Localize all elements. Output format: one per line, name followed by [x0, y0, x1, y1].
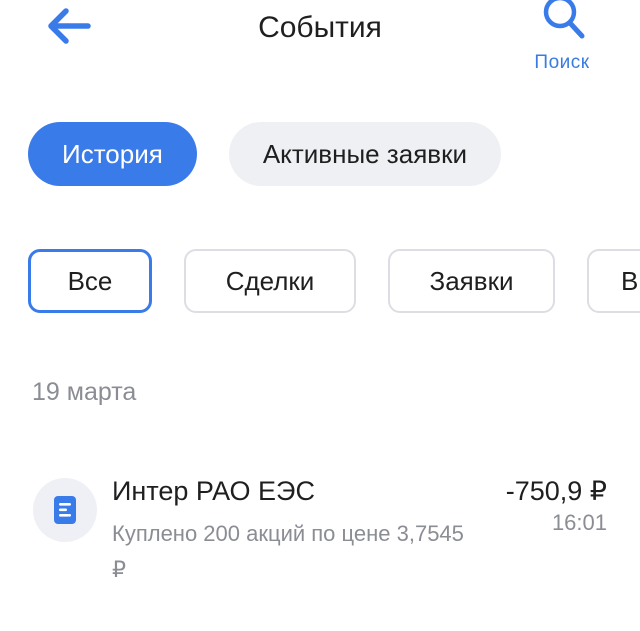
filter-all[interactable]: Все — [28, 249, 152, 313]
filter-deals[interactable]: Сделки — [184, 249, 356, 313]
item-title: Интер РАО ЕЭС — [112, 476, 315, 506]
header: События Поиск — [0, 0, 640, 90]
search-icon — [543, 0, 585, 39]
filter-chips: Все Сделки Заявки В — [28, 249, 640, 313]
item-icon — [33, 478, 97, 542]
search-button[interactable]: Поиск — [520, 0, 604, 80]
tabs: История Активные заявки — [28, 122, 501, 186]
filter-orders[interactable]: Заявки — [388, 249, 555, 313]
tab-history[interactable]: История — [28, 122, 197, 186]
tab-active-orders[interactable]: Активные заявки — [228, 122, 501, 186]
item-time: 16:01 — [551, 510, 607, 535]
filter-more[interactable]: В — [587, 249, 640, 313]
document-icon — [54, 496, 76, 524]
list-item[interactable]: Интер РАО ЕЭС Куплено 200 акций по цене … — [0, 460, 640, 600]
date-header: 19 марта — [32, 378, 137, 406]
search-label: Поиск — [534, 52, 590, 73]
item-amount: -750,9 ₽ — [505, 476, 607, 506]
item-description: Куплено 200 акций по цене 3,7545 ₽ — [112, 521, 464, 582]
